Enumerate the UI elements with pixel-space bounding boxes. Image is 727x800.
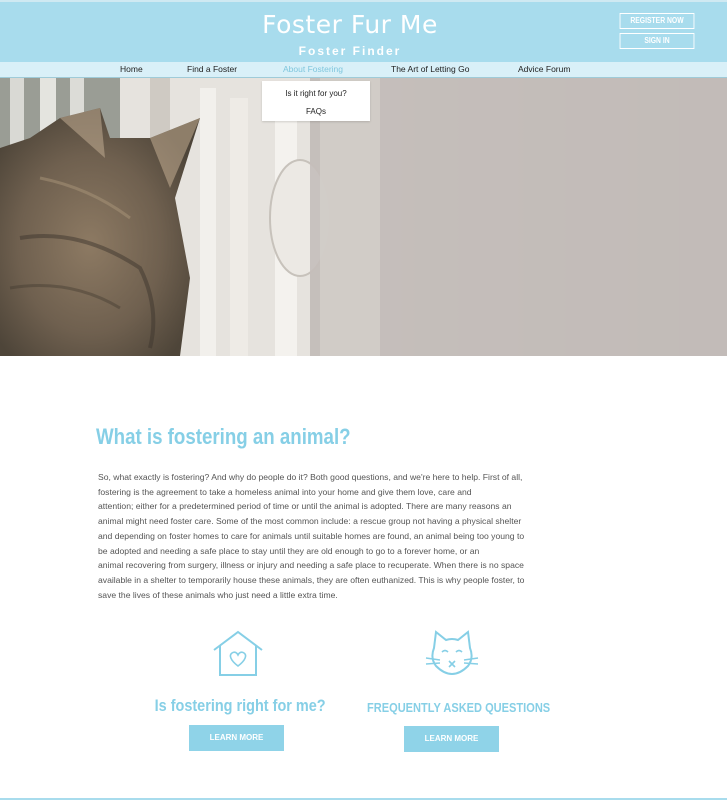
dropdown-item-faqs[interactable]: FAQs <box>262 107 370 116</box>
paragraph-line: and depending on foster homes to care fo… <box>98 530 525 541</box>
section-heading: What is fostering an animal? <box>96 424 351 449</box>
register-button[interactable]: REGISTER NOW <box>619 13 695 29</box>
cat-face-icon <box>425 630 479 676</box>
site-title: Foster Fur Me <box>262 10 438 39</box>
site-header: Foster Fur Me Foster Finder REGISTER NOW… <box>0 0 727 62</box>
feature-title: Is fostering right for me? <box>154 696 326 715</box>
feature-faq: FREQUENTLY ASKED QUESTIONS LEARN MORE <box>352 628 552 752</box>
paragraph-line: animal might need foster care. Some of t… <box>98 516 522 527</box>
paragraph-line: animal recovering from surgery, illness … <box>98 560 524 571</box>
paragraph-line: save the lives of these animals who just… <box>98 589 338 600</box>
learn-more-button[interactable]: LEARN MORE <box>404 726 499 752</box>
about-fostering-dropdown: Is it right for you? FAQs <box>262 81 370 121</box>
page: Foster Fur Me Foster Finder REGISTER NOW… <box>0 0 727 800</box>
paragraph-line: So, what exactly is fostering? And why d… <box>98 472 523 482</box>
main-nav: Home Find a Foster About Fostering The A… <box>0 62 727 78</box>
intro-paragraph: So, what exactly is fostering? And why d… <box>98 470 593 602</box>
nav-item-advice-forum[interactable]: Advice Forum <box>518 64 570 74</box>
paragraph-line: fostering is the agreement to take a hom… <box>98 486 472 497</box>
nav-item-find-a-foster[interactable]: Find a Foster <box>187 64 237 74</box>
feature-title: FREQUENTLY ASKED QUESTIONS <box>367 700 551 715</box>
dropdown-item-is-it-right[interactable]: Is it right for you? <box>262 89 370 98</box>
feature-fostering-right: Is fostering right for me? LEARN MORE <box>140 628 335 751</box>
site-subtitle: Foster Finder <box>298 44 402 58</box>
sign-in-button[interactable]: SIGN IN <box>619 33 695 49</box>
nav-item-art-of-letting-go[interactable]: The Art of Letting Go <box>391 64 469 74</box>
nav-item-home[interactable]: Home <box>120 64 143 74</box>
nav-item-about-fostering[interactable]: About Fostering <box>283 64 343 74</box>
house-heart-icon <box>212 630 263 676</box>
paragraph-line: be adopted and needing a safe place to s… <box>98 545 480 556</box>
paragraph-line: attention; either for a predetermined pe… <box>98 501 512 512</box>
learn-more-button[interactable]: LEARN MORE <box>189 725 284 751</box>
paragraph-line: available in a shelter to temporarily ho… <box>98 574 525 585</box>
